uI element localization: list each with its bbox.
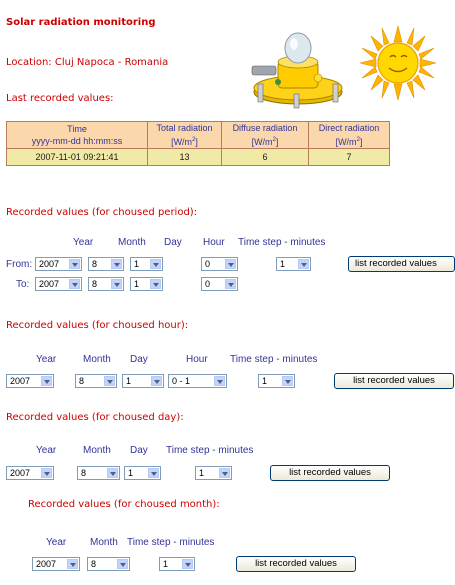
day-day-label: Day: [130, 445, 148, 456]
day-year-label: Year: [36, 445, 57, 456]
from-month-select[interactable]: 8: [88, 257, 124, 271]
month-list-button[interactable]: list recorded values: [236, 556, 356, 572]
chevron-down-icon: [214, 376, 225, 386]
chevron-down-icon: [107, 468, 118, 478]
cell-direct: 7: [308, 148, 390, 166]
chevron-down-icon: [148, 468, 159, 478]
from-hour-select[interactable]: 0: [201, 257, 238, 271]
month-step-label: Time step - minutes: [127, 537, 215, 548]
hour-step-label: Time step - minutes: [230, 354, 318, 365]
hour-month-label: Month: [83, 354, 111, 365]
period-heading: Recorded values (for choused period):: [6, 207, 198, 218]
day-heading: Recorded values (for choused day):: [6, 412, 184, 423]
to-day-select[interactable]: 1: [130, 277, 163, 291]
period-month-label: Month: [118, 237, 146, 248]
to-label: To:: [16, 279, 30, 290]
chevron-down-icon: [150, 279, 161, 289]
hour-step-select[interactable]: 1: [258, 374, 295, 388]
chevron-down-icon: [41, 468, 52, 478]
chevron-down-icon: [219, 468, 230, 478]
from-label: From:: [6, 259, 33, 270]
to-hour-select[interactable]: 0: [201, 277, 238, 291]
to-month-select[interactable]: 8: [88, 277, 124, 291]
day-month-select[interactable]: 8: [77, 466, 120, 480]
from-year-select[interactable]: 2007: [35, 257, 82, 271]
header-total-radiation: Total radiation [W/m2]: [147, 121, 222, 149]
from-day-select[interactable]: 1: [130, 257, 163, 271]
day-month-label: Month: [83, 445, 111, 456]
last-values-heading: Last recorded values:: [6, 93, 114, 104]
table-header-row: Time yyyy-mm-dd hh:mm:ss Total radiation[…: [6, 121, 390, 149]
chevron-down-icon: [282, 376, 293, 386]
table-row: 2007-11-01 09:21:41 13 6 7: [6, 148, 390, 166]
chevron-down-icon: [117, 559, 128, 569]
header-direct-radiation: Direct radiation [W/m2]: [308, 121, 390, 149]
hour-year-label: Year: [36, 354, 57, 365]
cell-diffuse: 6: [221, 148, 309, 166]
hour-hour-label: Hour: [186, 354, 208, 365]
month-month-select[interactable]: 8: [87, 557, 130, 571]
chevron-down-icon: [150, 259, 161, 269]
header-time: Time yyyy-mm-dd hh:mm:ss: [6, 121, 148, 149]
chevron-down-icon: [69, 279, 80, 289]
hour-day-select[interactable]: 1: [122, 374, 164, 388]
chevron-down-icon: [41, 376, 52, 386]
chevron-down-icon: [111, 259, 122, 269]
hour-day-label: Day: [130, 354, 148, 365]
chevron-down-icon: [67, 559, 78, 569]
hour-hour-select[interactable]: 0 - 1: [168, 374, 227, 388]
day-step-select[interactable]: 1: [195, 466, 232, 480]
chevron-down-icon: [298, 259, 309, 269]
cell-time: 2007-11-01 09:21:41: [6, 148, 148, 166]
hour-list-button[interactable]: list recorded values: [334, 373, 454, 389]
period-year-label: Year: [73, 237, 94, 248]
month-step-select[interactable]: 1: [159, 557, 195, 571]
day-day-select[interactable]: 1: [124, 466, 161, 480]
chevron-down-icon: [182, 559, 193, 569]
day-list-button[interactable]: list recorded values: [270, 465, 390, 481]
chevron-down-icon: [225, 259, 236, 269]
month-month-label: Month: [90, 537, 118, 548]
chevron-down-icon: [104, 376, 115, 386]
period-day-label: Day: [164, 237, 182, 248]
page-title: Solar radiation monitoring: [6, 17, 156, 28]
hour-heading: Recorded values (for choused hour):: [6, 320, 189, 331]
last-values-table: Time yyyy-mm-dd hh:mm:ss Total radiation[…: [6, 121, 390, 166]
day-year-select[interactable]: 2007: [6, 466, 54, 480]
chevron-down-icon: [225, 279, 236, 289]
period-step-label: Time step - minutes: [238, 237, 326, 248]
header-diffuse-radiation: Diffuse radiation [W/m2]: [221, 121, 309, 149]
chevron-down-icon: [69, 259, 80, 269]
period-hour-label: Hour: [203, 237, 225, 248]
period-step-select[interactable]: 1: [276, 257, 311, 271]
location-label: Location: Cluj Napoca - Romania: [6, 57, 169, 68]
to-year-select[interactable]: 2007: [35, 277, 82, 291]
period-list-button[interactable]: list recorded values: [348, 256, 455, 272]
hour-month-select[interactable]: 8: [75, 374, 117, 388]
chevron-down-icon: [111, 279, 122, 289]
sun-image: [359, 25, 437, 101]
cell-total: 13: [147, 148, 222, 166]
chevron-down-icon: [151, 376, 162, 386]
day-step-label: Time step - minutes: [166, 445, 254, 456]
month-heading: Recorded values (for choused month):: [28, 499, 220, 510]
hour-year-select[interactable]: 2007: [6, 374, 54, 388]
month-year-select[interactable]: 2007: [32, 557, 80, 571]
month-year-label: Year: [46, 537, 67, 548]
pyranometer-image: [251, 32, 343, 109]
